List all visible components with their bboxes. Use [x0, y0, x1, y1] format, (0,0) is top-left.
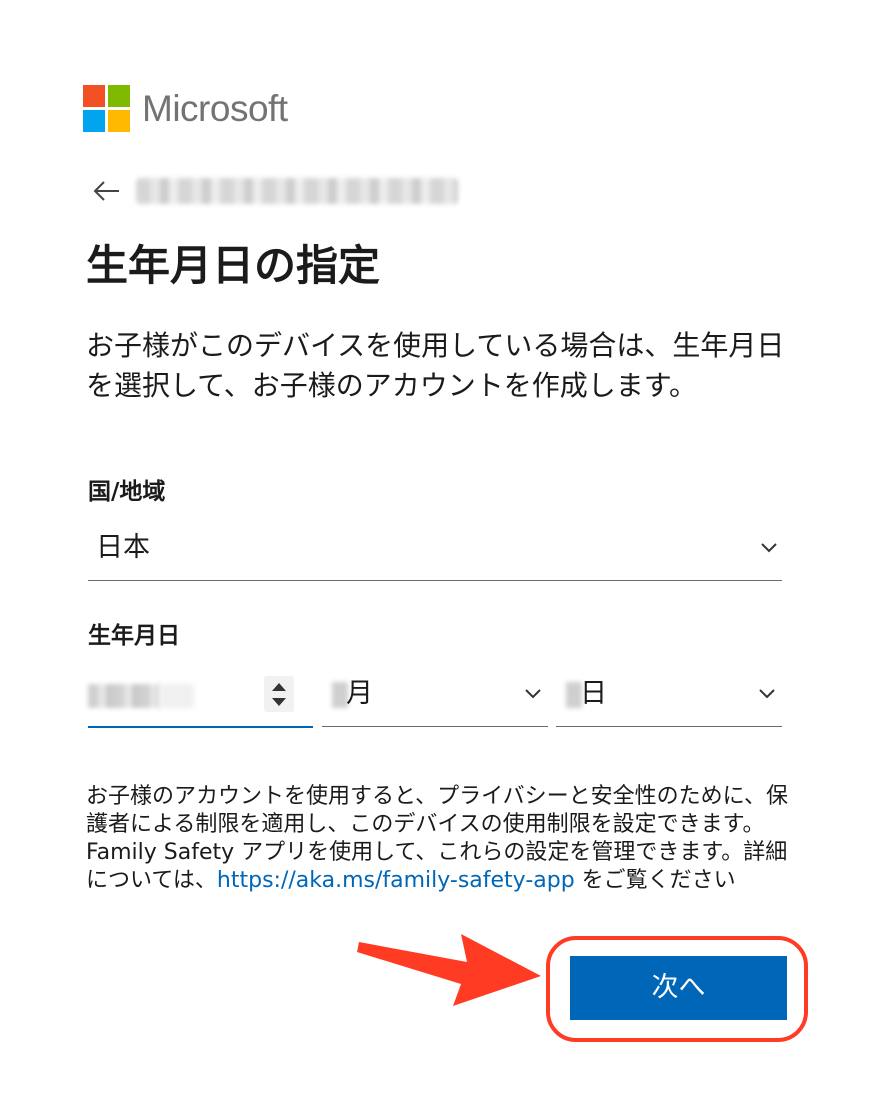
year-stepper[interactable]: [264, 676, 294, 712]
country-select[interactable]: 日本: [88, 520, 782, 581]
birthdate-label: 生年月日: [88, 623, 180, 649]
day-unit: 日: [580, 678, 607, 709]
chevron-down-icon: [759, 689, 775, 699]
annotation-arrow-icon: [357, 934, 541, 1006]
microsoft-logo: Microsoft: [83, 85, 288, 132]
notice-text-end: をご覧ください: [574, 868, 736, 893]
birth-day-select[interactable]: 日: [556, 664, 782, 727]
country-value: 日本: [96, 532, 150, 563]
chevron-down-icon: [525, 689, 541, 699]
identity-row: [92, 172, 458, 210]
arrow-left-icon[interactable]: [92, 179, 122, 203]
brand-name: Microsoft: [142, 88, 288, 129]
stepper-up-icon[interactable]: [271, 682, 287, 692]
microsoft-logo-icon: [83, 85, 130, 132]
next-button[interactable]: 次へ: [570, 956, 787, 1020]
country-label: 国/地域: [88, 479, 166, 505]
family-safety-notice: お子様のアカウントを使用すると、プライバシーと安全性のために、保護者による制限を…: [86, 783, 796, 895]
redacted-year: [88, 684, 160, 708]
redacted-email: [136, 178, 458, 204]
birth-month-select[interactable]: 月: [322, 664, 548, 727]
stepper-down-icon[interactable]: [271, 697, 287, 707]
birth-year-input[interactable]: [88, 664, 313, 728]
page-description: お子様がこのデバイスを使用している場合は、生年月日を選択して、お子様のアカウント…: [86, 329, 785, 402]
family-safety-link[interactable]: https://aka.ms/family-safety-app: [217, 868, 575, 893]
chevron-down-icon: [761, 543, 777, 553]
month-unit: 月: [346, 678, 373, 709]
page-title: 生年月日の指定: [86, 241, 381, 290]
